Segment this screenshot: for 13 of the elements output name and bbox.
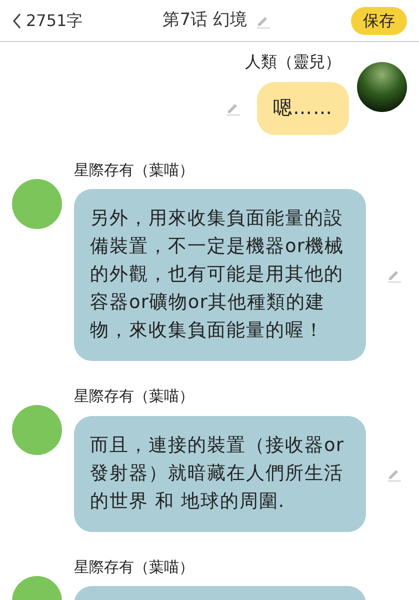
message-bubble: 而且，連接的裝置（接收器or發射器）就暗藏在人們所生活的世界 和 地球的周圍.: [74, 416, 366, 532]
save-button[interactable]: 保存: [350, 6, 407, 34]
sender-name: 星際存有（葉喵）: [74, 160, 195, 180]
chevron-left-icon: [12, 12, 22, 28]
avatar-photo: [12, 405, 62, 455]
chapter-title: 第7话 幻境: [162, 8, 247, 32]
avatar-photo: [12, 178, 62, 228]
sender-name: 星際存有（葉喵）: [74, 556, 195, 578]
sender-name: 星際存有（葉喵）: [74, 386, 195, 407]
message-bubble: 嗯……: [257, 82, 349, 134]
message-bubble: 另外，用來收集負面能量的設備裝置，不一定是機器or機械的外觀，也有可能是用其他的容器or礦物or其他種類的建物，來收集負面能量的喔！: [74, 189, 366, 361]
back-button[interactable]: 2751字: [12, 8, 83, 32]
sender-name: 人類（靈兒）: [245, 51, 341, 73]
